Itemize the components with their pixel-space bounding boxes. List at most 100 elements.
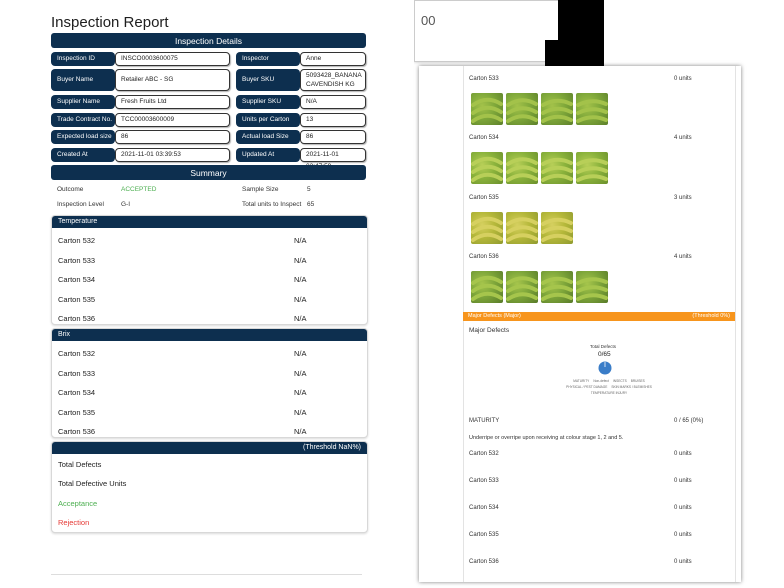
detail-value-right: N/A — [300, 95, 366, 109]
detail-row: Inspection ID INSCO0003600075 Inspector Ann… — [51, 52, 366, 66]
carton-label: Carton 533 — [469, 76, 499, 82]
total-defects-label: Total Defects — [58, 460, 102, 469]
sample-size-label: Sample Size — [242, 186, 279, 193]
banana-shape — [576, 99, 608, 123]
units-to-inspect-label: Total units to Inspect — [242, 201, 302, 208]
inspection-level-label: Inspection Level — [57, 201, 104, 208]
carton-units: 0 units — [674, 76, 692, 82]
carton-label: Carton 536 — [469, 254, 499, 260]
detail-value-left: TCC00003600009 — [115, 113, 230, 127]
major-defects-header-title: Major Defects (Major) — [468, 313, 521, 319]
banana-finger — [506, 114, 538, 123]
banana-photo — [541, 152, 573, 184]
carton-value: N/A — [294, 275, 307, 284]
brix-card-header: Brix — [52, 329, 367, 341]
carton-value: N/A — [294, 407, 307, 417]
banana-finger — [471, 97, 503, 107]
banana-finger — [576, 285, 608, 293]
banana-shape — [471, 216, 503, 242]
detail-label-left: Buyer Name — [51, 69, 115, 91]
detail-value-left: Retailer ABC - SG — [115, 69, 230, 91]
inspection-details-title: Inspection Details — [174, 35, 243, 46]
summary-title: Summary — [190, 167, 227, 178]
maturity-carton-units: 0 units — [674, 532, 692, 538]
temperature-card: Temperature Carton 532 N/A Carton 533 N/A Ca… — [51, 215, 368, 325]
detail-label-right: Buyer SKU — [236, 69, 300, 91]
maturity-title: MATURITY — [469, 418, 500, 424]
detail-label-right: Updated At — [236, 148, 300, 162]
brix-card: Brix Carton 532 N/A Carton 533 N/A Carton 53… — [51, 328, 368, 438]
carton-label: Carton 532 — [58, 349, 96, 358]
banana-finger — [541, 114, 573, 123]
banana-finger — [541, 284, 573, 293]
rejection-label: Rejection — [58, 518, 90, 527]
banana-finger — [471, 156, 503, 166]
banana-photo — [471, 93, 503, 125]
temperature-title: Temperature — [58, 218, 98, 225]
banana-photo — [576, 93, 608, 125]
banana-photo — [471, 212, 503, 244]
detail-value-right: 86 — [300, 130, 366, 144]
defects-page: Carton 533 0 units Carton 534 4 units Carton… — [419, 66, 741, 582]
carton-units: 4 units — [674, 135, 692, 141]
banana-finger — [471, 105, 503, 115]
carton-value: N/A — [294, 427, 307, 436]
carton-value: N/A — [294, 294, 307, 304]
banana-finger — [541, 173, 573, 182]
detail-value-right: 2021-11-01 03:47:59 — [300, 148, 366, 170]
banana-finger — [471, 232, 503, 242]
page-title: Inspection Report — [51, 14, 169, 31]
banana-finger — [506, 284, 538, 293]
detail-label-right: Units per Carton — [236, 113, 300, 127]
banana-finger — [541, 217, 573, 226]
banana-finger — [541, 225, 573, 234]
maturity-carton-label: Carton 535 — [469, 532, 499, 538]
major-defects-header: Major Defects (Major) (Threshold 0%) — [463, 312, 735, 321]
detail-value-left: INSCO0003600075 — [115, 52, 230, 66]
banana-finger — [506, 217, 538, 226]
banana-finger — [576, 277, 608, 285]
inspection-details-header: Inspection Details — [51, 33, 366, 48]
detail-label-left: Expected load size — [51, 130, 115, 144]
banana-shape — [506, 276, 538, 301]
carton-value: N/A — [294, 236, 307, 245]
banana-finger — [506, 173, 538, 182]
carton-units: 3 units — [674, 195, 692, 201]
carton-label: Carton 536 — [58, 427, 96, 436]
banana-finger — [506, 106, 538, 115]
maturity-carton-units: 0 units — [674, 478, 692, 484]
detail-row: Supplier Name Fresh Fruits Ltd Supplier SK… — [51, 95, 366, 109]
banana-photo — [506, 93, 538, 125]
banana-photo — [541, 212, 573, 244]
banana-shape — [506, 98, 538, 123]
banana-finger — [506, 292, 538, 301]
maturity-carton-label: Carton 536 — [469, 559, 499, 565]
outcome-label: Outcome — [57, 186, 84, 193]
carton-label: Carton 535 — [469, 195, 499, 201]
banana-photo — [506, 152, 538, 184]
banana-finger — [506, 233, 538, 242]
carton-label: Carton 533 — [58, 368, 96, 378]
units-to-inspect-value: 65 — [307, 201, 315, 208]
carton-value: N/A — [294, 255, 307, 265]
banana-finger — [576, 99, 608, 107]
maturity-carton-label: Carton 532 — [469, 451, 499, 457]
banana-photo — [576, 152, 608, 184]
banana-photo — [541, 271, 573, 303]
banana-shape — [471, 275, 503, 301]
carton-label: Carton 534 — [58, 388, 96, 397]
banana-finger — [541, 233, 573, 242]
detail-label-left: Inspection ID — [51, 52, 115, 66]
carton-label: Carton 535 — [58, 294, 96, 304]
dark-backdrop-lower — [545, 40, 604, 66]
major-defects-threshold: (Threshold 0%) — [692, 313, 730, 319]
carton-value: N/A — [294, 349, 307, 358]
major-defects-title: Major Defects — [469, 327, 510, 334]
banana-photo — [471, 152, 503, 184]
banana-shape — [471, 97, 503, 123]
maturity-carton-label: Carton 533 — [469, 478, 499, 484]
inspection-level-value: G-I — [121, 201, 131, 208]
banana-shape — [541, 157, 573, 182]
detail-label-right: Actual load Size — [236, 130, 300, 144]
banana-finger — [471, 216, 503, 226]
